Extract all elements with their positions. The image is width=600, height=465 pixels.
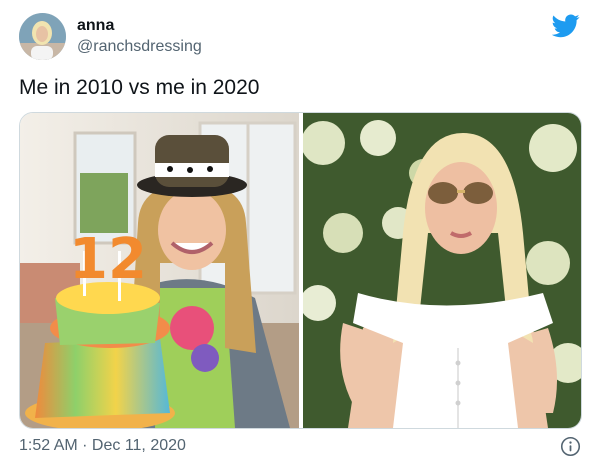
photo-2020[interactable] bbox=[303, 113, 581, 428]
media-grid[interactable]: 12 bbox=[19, 112, 582, 429]
tweet-text: Me in 2010 vs me in 2020 bbox=[19, 76, 260, 99]
tweet-card: anna @ranchsdressing Me in 2010 vs me in… bbox=[0, 0, 600, 465]
display-name[interactable]: anna bbox=[77, 17, 114, 35]
twitter-bird-icon[interactable] bbox=[552, 14, 580, 38]
tweet-timestamp[interactable]: 1:52 AM · Dec 11, 2020 bbox=[19, 437, 186, 455]
user-handle[interactable]: @ranchsdressing bbox=[77, 38, 202, 56]
info-icon[interactable] bbox=[560, 436, 581, 457]
tweet-date: Dec 11, 2020 bbox=[91, 437, 186, 454]
avatar[interactable] bbox=[19, 13, 66, 60]
timestamp-separator: · bbox=[77, 437, 92, 454]
tweet-time: 1:52 AM bbox=[19, 437, 78, 454]
photo-2010[interactable]: 12 bbox=[20, 113, 299, 428]
candle-number: 12 bbox=[69, 227, 147, 292]
